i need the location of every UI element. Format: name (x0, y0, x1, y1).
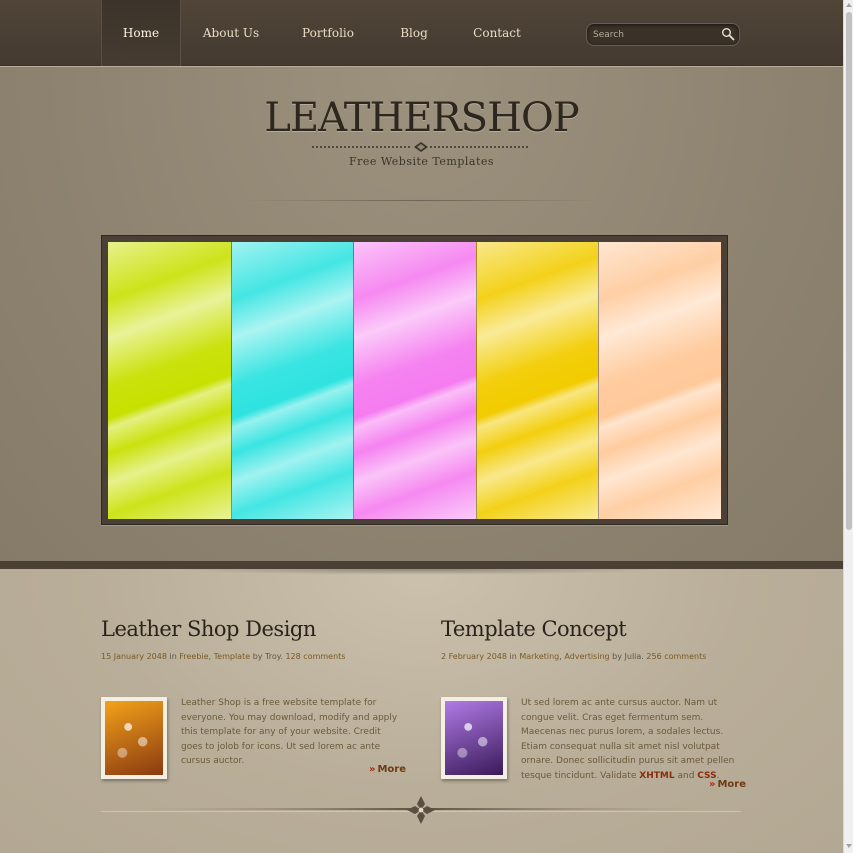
header-section: LEATHERSHOP Free Website Templates (0, 67, 843, 561)
post-title[interactable]: Template Concept (441, 617, 741, 641)
scroll-up-arrow-icon[interactable] (846, 3, 852, 7)
ornament-divider-icon (101, 796, 741, 824)
more-link[interactable]: » More (369, 764, 406, 775)
post-author: Julia (624, 652, 642, 661)
post-meta-in: in (169, 652, 177, 661)
post-comments-link[interactable]: 128 comments (285, 652, 345, 661)
post-body: Leather Shop is a free website template … (181, 698, 398, 766)
post-meta-in: in (509, 652, 517, 661)
post-thumbnail[interactable] (101, 697, 167, 779)
post-body-text: Ut sed lorem ac ante cursus auctor. Nam … (521, 698, 735, 781)
search-icon[interactable] (721, 27, 735, 41)
slider-slides (108, 242, 721, 519)
post-body: Ut sed lorem ac ante cursus auctor. Nam … (521, 696, 741, 783)
header-divider (240, 200, 603, 201)
header-bottom-border (0, 561, 843, 569)
post-category-link[interactable]: Marketing (519, 652, 559, 661)
slider-slide[interactable] (598, 242, 721, 519)
post-1: Leather Shop Design 15 January 2048 in F… (101, 617, 406, 779)
slider-slide[interactable] (475, 242, 599, 519)
search-input[interactable] (593, 27, 713, 43)
post-thumbnail-image (445, 701, 503, 775)
more-label: More (377, 764, 407, 775)
double-chevron-right-icon: » (709, 779, 716, 790)
nav-portfolio[interactable]: Portfolio (281, 0, 375, 66)
post-thumbnail-image (105, 701, 163, 775)
post-body-and: and (677, 770, 695, 781)
slider-slide[interactable] (230, 242, 354, 519)
main-nav: Home About Us Portfolio Blog Contact (101, 0, 541, 66)
slider-slide[interactable] (353, 242, 476, 519)
post-meta-by: by (252, 652, 263, 661)
nav-blog[interactable]: Blog (375, 0, 453, 66)
search-box (586, 23, 740, 46)
nav-contact[interactable]: Contact (453, 0, 541, 66)
post-date: 15 January 2048 (101, 652, 167, 661)
post-date: 2 February 2048 (441, 652, 507, 661)
content-section: Leather Shop Design 15 January 2048 in F… (0, 569, 843, 853)
post-category-link[interactable]: Template (214, 652, 251, 661)
logo-ornament-icon (312, 142, 530, 152)
double-chevron-right-icon: » (369, 764, 376, 775)
post-title[interactable]: Leather Shop Design (101, 617, 401, 641)
scroll-down-arrow-icon[interactable] (846, 844, 852, 848)
more-label: More (717, 779, 747, 790)
post-meta-by: by (612, 652, 622, 661)
post-meta: 15 January 2048 in Freebie, Template by … (101, 652, 346, 661)
post-comments-link[interactable]: 256 comments (646, 652, 706, 661)
slider-slide[interactable] (108, 242, 231, 519)
nav-about-us[interactable]: About Us (181, 0, 281, 66)
site-tagline: Free Website Templates (348, 155, 495, 168)
post-2: Template Concept 2 February 2048 in Mark… (441, 617, 746, 790)
top-nav-bar: Home About Us Portfolio Blog Contact (0, 0, 843, 66)
xhtml-validate-link[interactable]: XHTML (639, 771, 674, 781)
vertical-scrollbar[interactable] (843, 0, 853, 853)
post-author: Troy (265, 652, 281, 661)
more-link[interactable]: » More (709, 779, 746, 790)
post-thumbnail[interactable] (441, 697, 507, 779)
image-slider[interactable] (101, 235, 728, 525)
nav-home[interactable]: Home (101, 0, 181, 66)
scroll-thumb[interactable] (846, 12, 852, 530)
post-category-link[interactable]: Advertising (564, 652, 609, 661)
post-category-link[interactable]: Freebie (179, 652, 208, 661)
post-meta: 2 February 2048 in Marketing, Advertisin… (441, 652, 707, 661)
content-top-shadow (170, 569, 670, 575)
site-logo[interactable]: LEATHERSHOP (0, 95, 843, 141)
